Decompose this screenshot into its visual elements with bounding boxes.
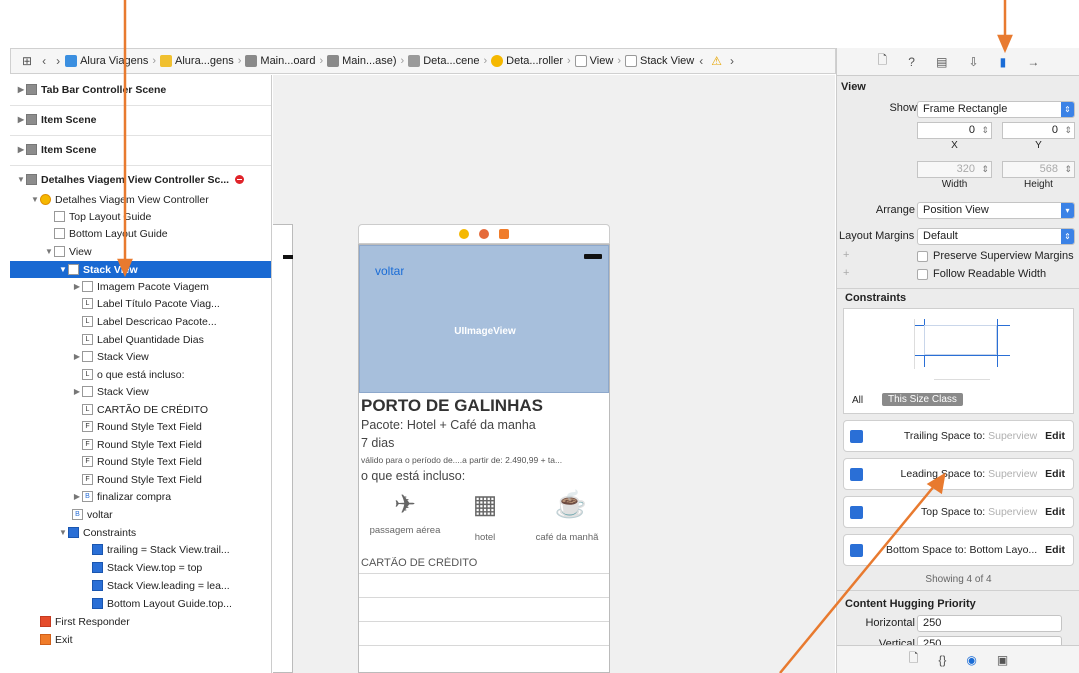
arrowhead [997, 34, 1013, 54]
annotation-arrows [117, 0, 1013, 673]
arrowhead [117, 258, 133, 278]
xcode-window: ⊞ ‹ › Alura Viagens › Alura...gens › Mai… [0, 0, 1079, 673]
arrow-to-leading-space [779, 484, 936, 673]
